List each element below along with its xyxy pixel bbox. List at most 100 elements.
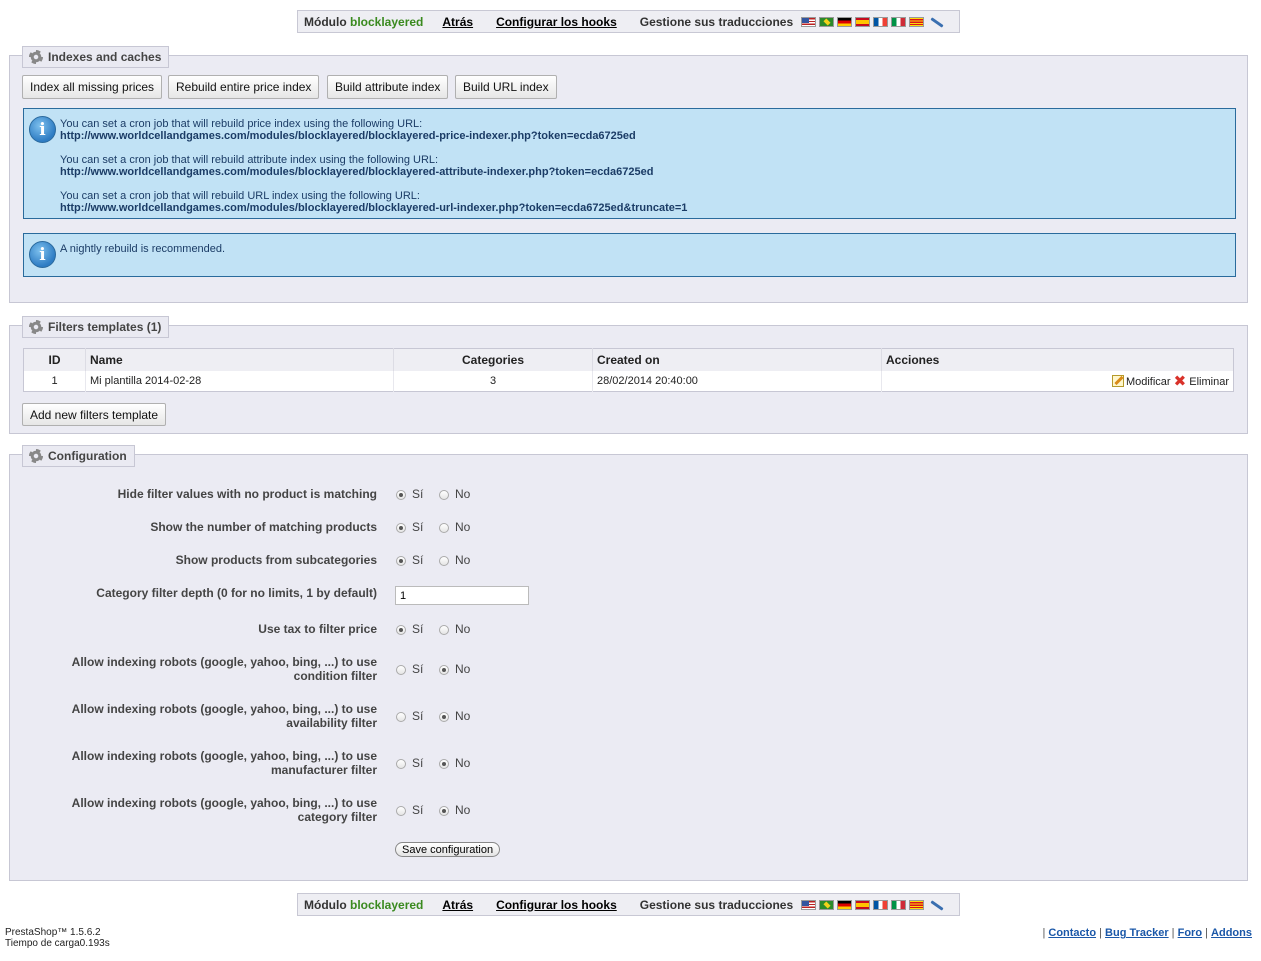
no-label: No	[455, 553, 471, 567]
use-tax-no-radio[interactable]	[439, 625, 449, 635]
bug-tracker-link[interactable]: Bug Tracker	[1105, 927, 1169, 939]
row-created: 28/02/2014 20:40:00	[592, 370, 882, 392]
yes-label: Sí	[412, 756, 424, 770]
robots-availability-yes-radio[interactable]	[396, 712, 406, 722]
it-flag-icon[interactable]	[891, 899, 907, 910]
translation-tool-icon[interactable]	[929, 16, 945, 28]
footer-info: PrestaShop™ 1.5.6.2 Tiempo de carga0.193…	[5, 927, 110, 949]
yes-label: Sí	[412, 709, 424, 723]
ca-flag-icon[interactable]	[909, 899, 925, 910]
translation-tool-icon[interactable]	[929, 899, 945, 911]
cron-attribute: You can set a cron job that will rebuild…	[60, 154, 654, 178]
col-id[interactable]: ID	[23, 348, 86, 371]
robots-category-yes-radio[interactable]	[396, 806, 406, 816]
config-robots-category: Allow indexing robots (google, yahoo, bi…	[10, 796, 1249, 830]
config-depth: Category filter depth (0 for no limits, …	[10, 586, 1249, 616]
show-subcat-label: Show products from subcategories	[175, 553, 377, 567]
module-toolbar-top: Módulo blocklayered Atrás Configurar los…	[297, 10, 960, 33]
rebuild-price-index-button[interactable]: Rebuild entire price index	[168, 75, 320, 99]
fr-flag-icon[interactable]	[873, 899, 889, 910]
index-missing-prices-button[interactable]: Index all missing prices	[22, 75, 163, 99]
robots-condition-no-radio[interactable]	[439, 665, 449, 675]
fr-flag-icon[interactable]	[873, 16, 889, 27]
hide-values-yes-radio[interactable]	[396, 490, 406, 500]
gear-icon	[29, 50, 43, 64]
nightly-info-box: i A nightly rebuild is recommended.	[23, 233, 1236, 277]
filters-templates-panel: Filters templates (1) ID Name Categories…	[9, 316, 1248, 434]
col-categories[interactable]: Categories	[393, 348, 593, 371]
col-name[interactable]: Name	[85, 348, 394, 371]
back-link[interactable]: Atrás	[442, 898, 473, 912]
module-title: Módulo blocklayered	[304, 897, 424, 912]
gear-icon	[29, 320, 43, 334]
configuration-legend: Configuration	[22, 445, 135, 467]
edit-action[interactable]: Modificar	[1111, 374, 1171, 388]
show-count-no-radio[interactable]	[439, 523, 449, 533]
build-url-index-button[interactable]: Build URL index	[455, 75, 557, 99]
br-flag-icon[interactable]	[819, 899, 835, 910]
de-flag-icon[interactable]	[837, 16, 853, 27]
delete-action[interactable]: ✖ Eliminar	[1174, 373, 1229, 390]
show-count-yes-radio[interactable]	[396, 523, 406, 533]
ca-flag-icon[interactable]	[909, 16, 925, 27]
cron-price: You can set a cron job that will rebuild…	[60, 118, 636, 142]
robots-availability-no-radio[interactable]	[439, 712, 449, 722]
add-filters-template-button[interactable]: Add new filters template	[22, 403, 167, 426]
edit-icon[interactable]	[1111, 374, 1124, 387]
load-time-text: Tiempo de carga0.193s	[5, 938, 110, 949]
robots-manufacturer-yes-radio[interactable]	[396, 759, 406, 769]
show-subcat-no-radio[interactable]	[439, 556, 449, 566]
footer-links: | Contacto | Bug Tracker | Foro | Addons	[1042, 927, 1252, 939]
save-configuration-button[interactable]: Save configuration	[395, 842, 501, 857]
configure-hooks-link[interactable]: Configurar los hooks	[496, 898, 617, 912]
forum-link[interactable]: Foro	[1178, 927, 1202, 939]
config-robots-condition: Allow indexing robots (google, yahoo, bi…	[10, 655, 1249, 689]
it-flag-icon[interactable]	[891, 16, 907, 27]
info-icon: i	[29, 116, 56, 143]
cron-attribute-url: http://www.worldcellandgames.com/modules…	[60, 166, 654, 178]
show-subcat-yes-radio[interactable]	[396, 556, 406, 566]
robots-category-label: Allow indexing robots (google, yahoo, bi…	[71, 796, 377, 824]
cron-price-url: http://www.worldcellandgames.com/modules…	[60, 130, 636, 142]
robots-category-no-radio[interactable]	[439, 806, 449, 816]
row-categories: 3	[393, 370, 593, 392]
br-flag-icon[interactable]	[819, 16, 835, 27]
module-title: Módulo blocklayered	[304, 14, 424, 29]
cron-info-box: i You can set a cron job that will rebui…	[23, 108, 1236, 219]
config-robots-availability: Allow indexing robots (google, yahoo, bi…	[10, 702, 1249, 736]
yes-label: Sí	[412, 553, 424, 567]
configure-hooks-link[interactable]: Configurar los hooks	[496, 15, 617, 29]
robots-availability-label: Allow indexing robots (google, yahoo, bi…	[71, 702, 377, 730]
show-count-label: Show the number of matching products	[150, 520, 377, 534]
build-attribute-index-button[interactable]: Build attribute index	[327, 75, 449, 99]
info-icon: i	[29, 241, 56, 268]
col-actions: Acciones	[881, 348, 1234, 371]
us-flag-icon[interactable]	[801, 899, 817, 910]
contact-link[interactable]: Contacto	[1048, 927, 1096, 939]
addons-link[interactable]: Addons	[1211, 927, 1252, 939]
robots-manufacturer-no-radio[interactable]	[439, 759, 449, 769]
de-flag-icon[interactable]	[837, 899, 853, 910]
es-flag-icon[interactable]	[855, 16, 871, 27]
us-flag-icon[interactable]	[801, 16, 817, 27]
robots-condition-yes-radio[interactable]	[396, 665, 406, 675]
hide-values-label: Hide filter values with no product is ma…	[117, 487, 377, 501]
row-id: 1	[23, 370, 86, 392]
yes-label: Sí	[412, 803, 424, 817]
delete-icon[interactable]: ✖	[1174, 373, 1187, 390]
use-tax-yes-radio[interactable]	[396, 625, 406, 635]
no-label: No	[455, 803, 471, 817]
hide-values-no-radio[interactable]	[439, 490, 449, 500]
no-label: No	[455, 756, 471, 770]
back-link[interactable]: Atrás	[442, 15, 473, 29]
table-row: 1 Mi plantilla 2014-02-28 3 28/02/2014 2…	[23, 370, 1234, 392]
nightly-text: A nightly rebuild is recommended.	[60, 243, 226, 255]
yes-label: Sí	[412, 487, 424, 501]
es-flag-icon[interactable]	[855, 899, 871, 910]
row-actions: Modificar ✖ Eliminar	[882, 371, 1234, 392]
yes-label: Sí	[412, 662, 424, 676]
manage-translations-label: Gestione sus traducciones	[639, 14, 794, 29]
no-label: No	[455, 487, 471, 501]
depth-input[interactable]	[395, 586, 529, 605]
col-created[interactable]: Created on	[592, 348, 882, 371]
